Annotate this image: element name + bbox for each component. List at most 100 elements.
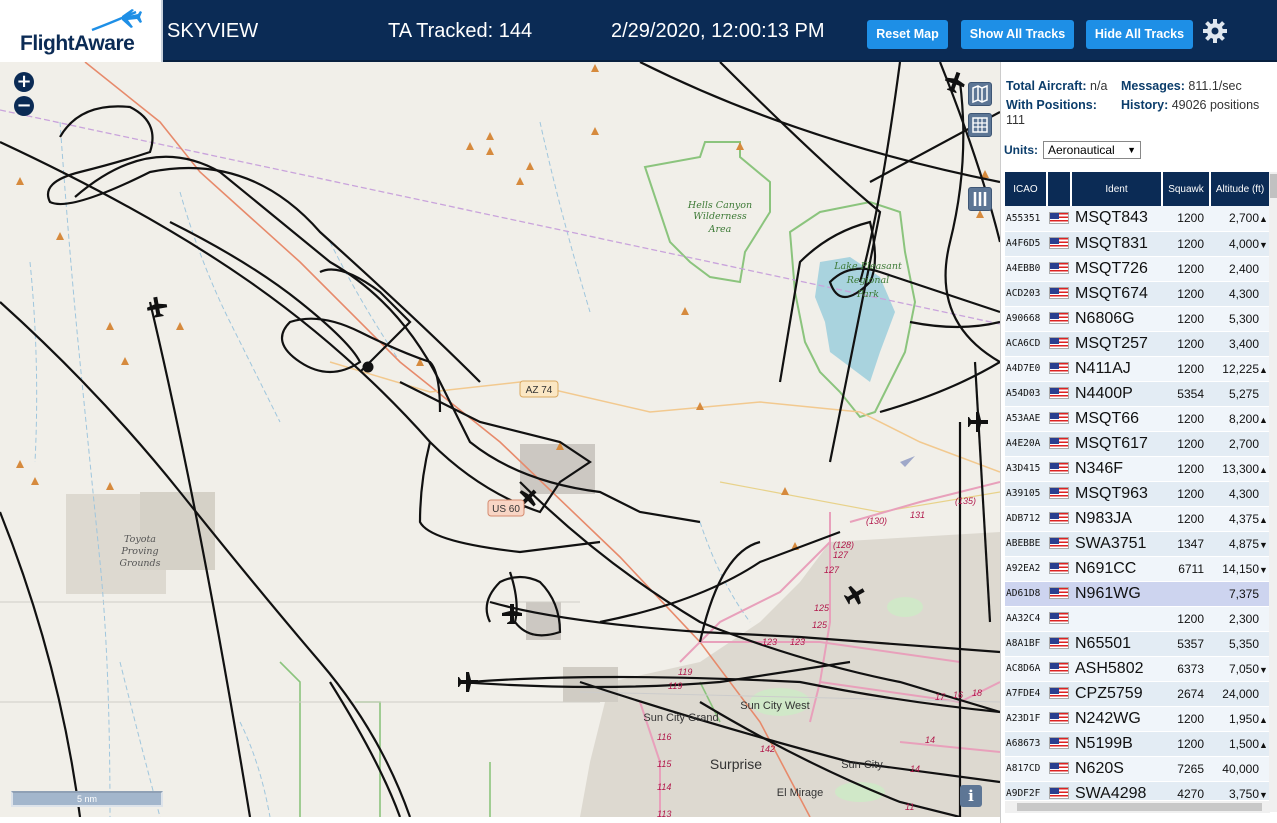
ident-cell [1071,606,1162,632]
altitude-cell: 4,875▼ [1210,531,1270,557]
label-surprise: Surprise [710,756,762,772]
table-row[interactable]: ADB712 N983JA 1200 4,375▲ [1005,506,1270,532]
column-header-flag[interactable] [1047,172,1072,206]
squawk-cell: 1200 [1162,731,1210,757]
us-flag-icon [1049,787,1069,800]
reset-map-button[interactable]: Reset Map [867,20,948,49]
us-flag-icon [1049,587,1069,600]
icao-cell: ACA6CD [1005,331,1047,357]
map-view[interactable]: Hells Canyon Wilderness Area Lake Pleasa… [0,62,1000,817]
altitude-value: 2,700 [1228,436,1259,451]
grid-icon[interactable] [968,113,992,137]
altitude-value: 4,875 [1228,536,1259,551]
table-row[interactable]: A8A1BF N65501 5357 5,350 [1005,631,1270,657]
columns-icon[interactable] [968,187,992,211]
altitude-cell: 4,300 [1210,281,1270,307]
altitude-value: 2,700 [1228,211,1259,226]
label-az74: AZ 74 [526,385,553,396]
scrollbar-thumb[interactable] [1017,803,1262,811]
icao-cell: A817CD [1005,756,1047,782]
chevron-down-icon: ▼ [1127,145,1136,155]
table-row[interactable]: A92EA2 N691CC 6711 14,150▼ [1005,556,1270,582]
label-toyota-2: Proving [120,546,158,557]
squawk-cell: 1200 [1162,606,1210,632]
table-row[interactable]: A55351 MSQT843 1200 2,700▲ [1005,206,1270,232]
altitude-cell: 5,275 [1210,381,1270,407]
vertical-scrollbar[interactable] [1269,172,1277,812]
units-select[interactable]: Aeronautical ▼ [1043,141,1141,159]
table-row[interactable]: AA32C4 1200 2,300 [1005,606,1270,632]
table-row[interactable]: A4F6D5 MSQT831 1200 4,000▼ [1005,231,1270,257]
ident-cell: SWA3751 [1071,531,1162,557]
aircraft-table-container[interactable]: ICAO Ident Squawk Altitude (ft) A55351 MS… [1005,172,1270,800]
altitude-cell: 4,375▲ [1210,506,1270,532]
grey-aircraft-icon [900,456,915,467]
stat-label: Messages: [1121,79,1185,93]
ident-cell: ASH5802 [1071,656,1162,682]
us-flag-icon [1047,331,1071,357]
zoom-out-button[interactable]: − [14,96,34,116]
us-flag-icon [1049,387,1069,400]
table-row[interactable]: A68673 N5199B 1200 1,500▲ [1005,731,1270,757]
label-us60: US 60 [492,504,520,515]
table-row[interactable]: A39105 MSQT963 1200 4,300 [1005,481,1270,507]
table-row[interactable]: A53AAE MSQT66 1200 8,200▲ [1005,406,1270,432]
ident-cell: N620S [1071,756,1162,782]
table-row[interactable]: A4D7E0 N411AJ 1200 12,225▲ [1005,356,1270,382]
zoom-in-button[interactable]: + [14,72,34,92]
show-all-tracks-button[interactable]: Show All Tracks [961,20,1074,49]
gear-icon[interactable] [1202,18,1228,44]
column-header-icao[interactable]: ICAO [1005,172,1048,206]
scrollbar-thumb[interactable] [1270,174,1277,198]
label-hells-canyon-2: Wilderness [693,211,747,222]
column-header-squawk[interactable]: Squawk [1162,172,1211,206]
table-row[interactable]: ACD203 MSQT674 1200 4,300 [1005,281,1270,307]
route-label: (128) [833,540,854,550]
az74-road [329,361,1000,473]
table-row[interactable]: A4EBB0 MSQT726 1200 2,400 [1005,256,1270,282]
stat-label: History: [1121,98,1169,112]
altitude-value: 2,400 [1228,261,1259,276]
map-canvas[interactable]: Hells Canyon Wilderness Area Lake Pleasa… [0,62,1000,817]
hide-all-tracks-button[interactable]: Hide All Tracks [1086,20,1193,49]
info-icon[interactable]: i [960,785,982,807]
table-row[interactable]: A54D03 N4400P 5354 5,275 [1005,381,1270,407]
table-row[interactable]: A23D1F N242WG 1200 1,950▲ [1005,706,1270,732]
icao-cell: A90668 [1005,306,1047,332]
aircraft-table: ICAO Ident Squawk Altitude (ft) A55351 MS… [1005,172,1270,800]
altitude-cell: 12,225▲ [1210,356,1270,382]
altitude-value: 5,275 [1228,386,1259,401]
altitude-cell: 3,400 [1210,331,1270,357]
column-header-ident[interactable]: Ident [1071,172,1163,206]
route-label: 114 [657,782,671,792]
icao-cell: A4F6D5 [1005,231,1047,257]
column-header-altitude[interactable]: Altitude (ft) [1210,172,1270,206]
table-row[interactable]: A9DF2F SWA4298 4270 3,750▼ [1005,781,1270,800]
us-flag-icon [1049,712,1069,725]
us-flag-icon [1047,431,1071,457]
table-row[interactable]: A90668 N6806G 1200 5,300 [1005,306,1270,332]
table-row[interactable]: AD61D8 N961WG 7,375 [1005,581,1270,607]
stat-history: History: 49026 positions [1121,98,1271,113]
table-row[interactable]: A817CD N620S 7265 40,000 [1005,756,1270,782]
us-flag-icon [1047,406,1071,432]
flightaware-logo[interactable]: FlightAware [0,0,163,62]
horizontal-scrollbar[interactable] [1005,801,1270,813]
us-flag-icon [1049,312,1069,325]
table-row[interactable]: A7FDE4 CPZ5759 2674 24,000 [1005,681,1270,707]
aircraft-icon [944,71,965,94]
altitude-cell: 7,050▼ [1210,656,1270,682]
icao-cell: A4EBB0 [1005,256,1047,282]
altitude-cell: 8,200▲ [1210,406,1270,432]
table-row[interactable]: ACA6CD MSQT257 1200 3,400 [1005,331,1270,357]
table-row[interactable]: A4E20A MSQT617 1200 2,700 [1005,431,1270,457]
us-flag-icon [1047,556,1071,582]
table-row[interactable]: ABEBBE SWA3751 1347 4,875▼ [1005,531,1270,557]
table-row[interactable]: AC8D6A ASH5802 6373 7,050▼ [1005,656,1270,682]
table-row[interactable]: A3D415 N346F 1200 13,300▲ [1005,456,1270,482]
us-flag-icon [1047,356,1071,382]
map-icon[interactable] [968,82,992,106]
altitude-cell: 2,300 [1210,606,1270,632]
ident-cell: CPZ5759 [1071,681,1162,707]
squawk-cell: 1200 [1162,356,1210,382]
